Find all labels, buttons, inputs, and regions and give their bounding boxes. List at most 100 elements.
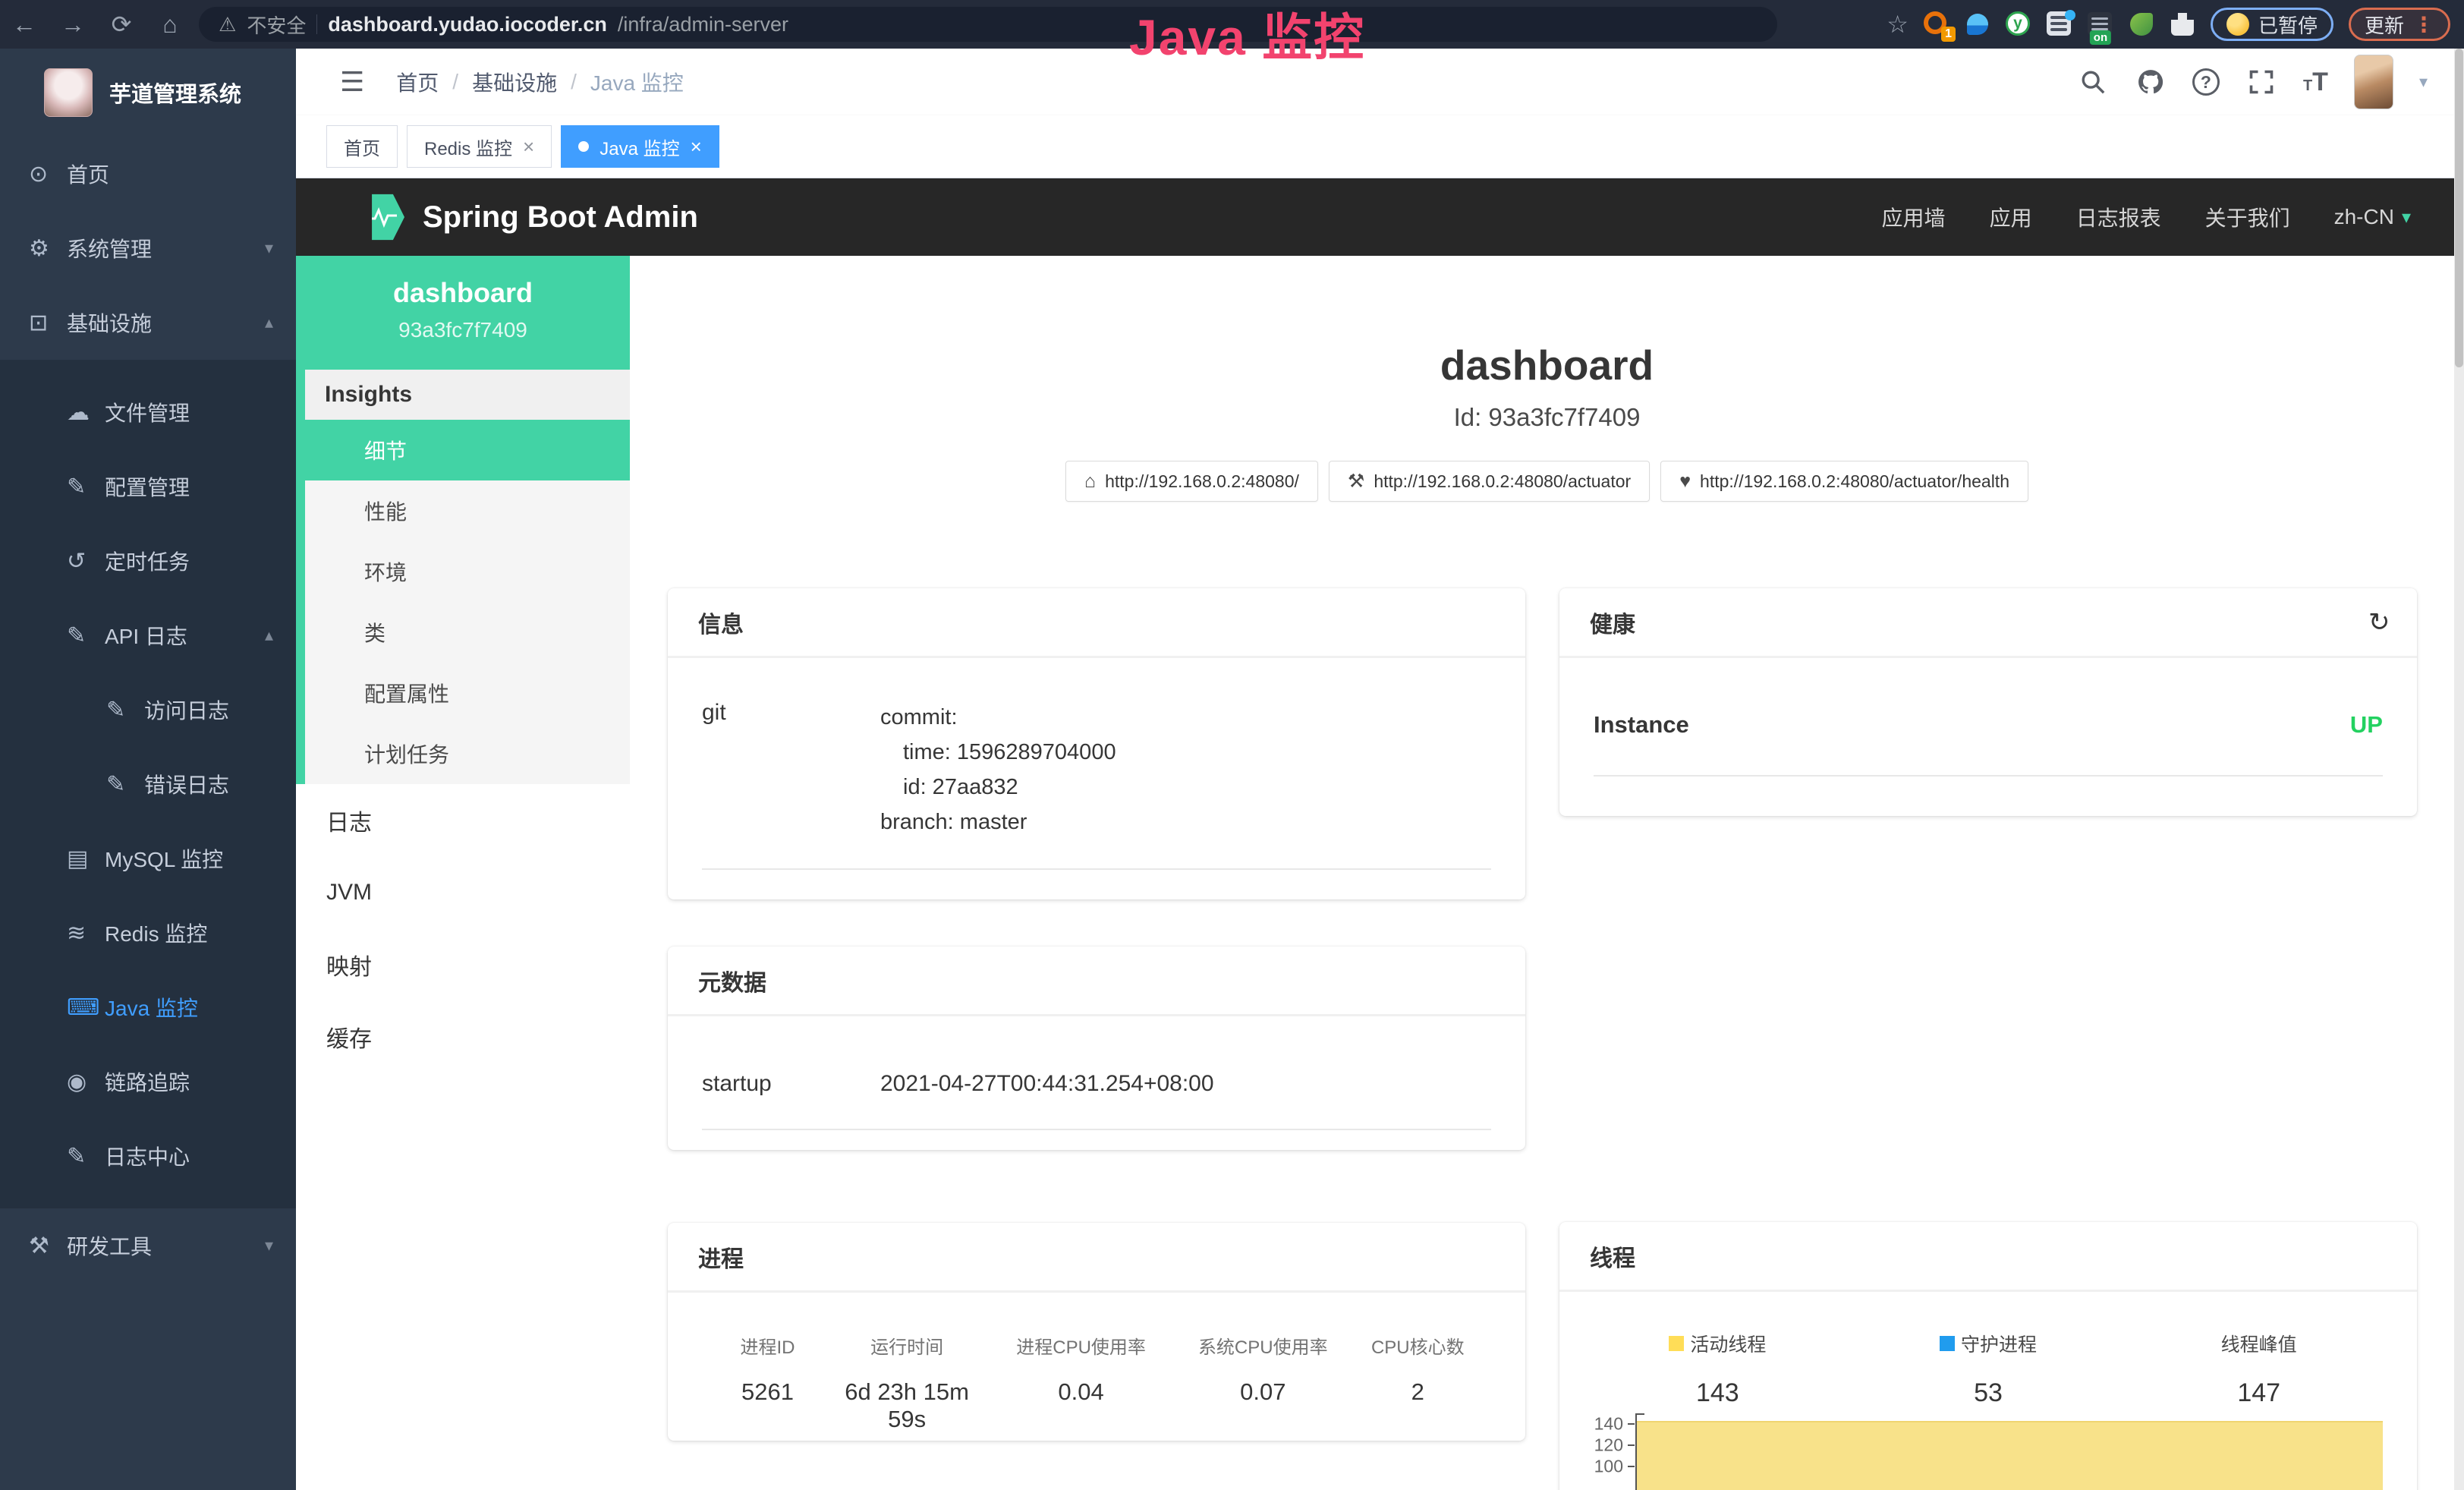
extension-badge: 1 — [1941, 27, 1956, 42]
sba-menu-config-props[interactable]: 配置属性 — [305, 663, 630, 723]
sba-nav-applications[interactable]: 应用 — [1990, 202, 2032, 232]
address-bar[interactable]: ⚠ 不安全 dashboard.yudao.iocoder.cn /infra/… — [199, 7, 1777, 42]
extension-icon-grid[interactable] — [2047, 11, 2072, 37]
search-icon[interactable] — [2077, 66, 2109, 98]
threads-card-title: 线程 — [1559, 1222, 2417, 1292]
metadata-startup-row: startup 2021-04-27T00:44:31.254+08:00 — [702, 1071, 1491, 1130]
sidebar-item-log-center[interactable]: ✎ 日志中心 — [0, 1119, 296, 1193]
metadata-card-title: 元数据 — [668, 947, 1525, 1016]
browser-back-icon[interactable]: ← — [0, 11, 49, 39]
sba-menu-mappings[interactable]: 映射 — [296, 928, 630, 1000]
user-menu-caret-icon[interactable]: ▾ — [2419, 72, 2428, 92]
on-badge: on — [2090, 30, 2111, 45]
edit-icon: ✎ — [67, 1143, 105, 1170]
sidebar-item-infrastructure[interactable]: ⊡ 基础设施 ▴ — [0, 285, 296, 360]
history-icon: ↺ — [67, 548, 105, 575]
service-url-button[interactable]: ⌂ http://192.168.0.2:48080/ — [1065, 461, 1318, 502]
close-icon[interactable]: × — [523, 135, 534, 159]
sidebar-item-api-logs[interactable]: ✎ API 日志 ▴ — [0, 598, 296, 673]
app-sidebar: 芋道管理系统 ⊙ 首页 ⚙ 系统管理 ▾ ⊡ 基础设施 ▴ ☁ 文件管理 ✎ 配… — [0, 49, 296, 1490]
sidebar-collapse-icon[interactable]: ☰ — [340, 66, 364, 98]
sba-brand-title[interactable]: Spring Boot Admin — [423, 200, 698, 235]
sba-nav-wallboard[interactable]: 应用墙 — [1882, 202, 1946, 232]
health-card-title: 健康 — [1590, 606, 1635, 639]
actuator-url-button[interactable]: ⚒ http://192.168.0.2:48080/actuator — [1329, 461, 1650, 502]
sidebar-item-file-mgmt[interactable]: ☁ 文件管理 — [0, 375, 296, 449]
spring-boot-admin-logo[interactable] — [360, 193, 404, 241]
app-brand[interactable]: 芋道管理系统 — [0, 49, 296, 137]
daemon-threads-stat: 守护进程 53 — [1853, 1330, 2124, 1408]
extensions-puzzle-icon[interactable] — [2170, 11, 2195, 37]
paused-label: 已暂停 — [2258, 11, 2318, 39]
gear-icon: ⚙ — [29, 235, 67, 262]
sba-section-insights: Insights — [296, 370, 630, 420]
sba-nav-journal[interactable]: 日志报表 — [2076, 202, 2161, 232]
breadcrumb: 首页 / 基础设施 / Java 监控 — [396, 67, 684, 97]
sidebar-item-java-monitor[interactable]: ⌨ Java 监控 — [0, 970, 296, 1044]
sidebar-item-access-logs[interactable]: ✎ 访问日志 — [0, 673, 296, 747]
sba-menu-scheduled-tasks[interactable]: 计划任务 — [305, 723, 630, 784]
extension-icon-list-on[interactable]: on — [2088, 11, 2113, 37]
sidebar-item-error-logs[interactable]: ✎ 错误日志 — [0, 747, 296, 821]
sba-nav-about[interactable]: 关于我们 — [2205, 202, 2290, 232]
process-table-header: 进程ID 运行时间 进程CPU使用率 系统CPU使用率 CPU核心数 — [710, 1332, 1484, 1359]
edit-icon: ✎ — [67, 474, 105, 500]
history-icon[interactable]: ↺ — [2368, 607, 2390, 638]
close-icon[interactable]: × — [691, 135, 702, 159]
github-icon[interactable] — [2135, 66, 2167, 98]
tagview-tabs: 首页 Redis 监控 × Java 监控 × — [296, 115, 2464, 178]
cpu-cores-value: 2 — [1352, 1378, 1484, 1433]
java-monitor-icon: ⌨ — [67, 994, 105, 1021]
browser-menu-icon[interactable]: ⋮ — [2413, 12, 2434, 37]
extension-icon-leaf[interactable] — [2129, 11, 2154, 37]
font-size-icon[interactable]: TT — [2303, 68, 2328, 97]
tab-home[interactable]: 首页 — [326, 125, 398, 168]
scrollbar-thumb[interactable] — [2455, 49, 2463, 367]
extension-icon-y[interactable]: y — [2006, 11, 2031, 37]
sidebar-item-dev-tools[interactable]: ⚒ 研发工具 ▾ — [0, 1208, 296, 1283]
page-scrollbar[interactable] — [2454, 49, 2464, 1490]
sidebar-item-mysql-monitor[interactable]: ▤ MySQL 监控 — [0, 821, 296, 896]
help-icon[interactable]: ? — [2192, 68, 2220, 96]
fullscreen-icon[interactable] — [2245, 66, 2277, 98]
y-tick-120: 120 — [1594, 1435, 1623, 1456]
health-instance-row: Instance UP — [1594, 711, 2383, 777]
sba-instance-header[interactable]: dashboard 93a3fc7f7409 — [296, 256, 630, 370]
home-icon: ⌂ — [1084, 471, 1096, 493]
sba-menu-metrics[interactable]: 性能 — [305, 480, 630, 541]
breadcrumb-home[interactable]: 首页 — [396, 67, 439, 97]
profile-paused-pill[interactable]: 已暂停 — [2211, 8, 2333, 41]
sidebar-item-system-mgmt[interactable]: ⚙ 系统管理 ▾ — [0, 211, 296, 285]
sba-locale-select[interactable]: zh-CN ▾ — [2334, 205, 2411, 229]
browser-forward-icon[interactable]: → — [49, 11, 97, 39]
bookmark-star-icon[interactable]: ☆ — [1887, 10, 1909, 39]
status-badge: UP — [2350, 711, 2383, 739]
sba-menu-jvm[interactable]: JVM — [296, 856, 630, 928]
app-header: ☰ 首页 / 基础设施 / Java 监控 ? TT — [296, 49, 2464, 115]
security-label[interactable]: 不安全 — [247, 11, 306, 39]
sba-menu-classes[interactable]: 类 — [305, 602, 630, 663]
sidebar-item-redis-monitor[interactable]: ≋ Redis 监控 — [0, 896, 296, 970]
sba-navbar: Spring Boot Admin 应用墙 应用 日志报表 关于我们 zh-CN… — [296, 178, 2464, 256]
sidebar-item-cron-jobs[interactable]: ↺ 定时任务 — [0, 524, 296, 598]
extension-icon-refresh[interactable]: 1 — [1924, 11, 1949, 37]
tab-java-monitor[interactable]: Java 监控 × — [561, 125, 719, 168]
sidebar-item-config-mgmt[interactable]: ✎ 配置管理 — [0, 449, 296, 524]
browser-reload-icon[interactable]: ⟳ — [97, 10, 146, 39]
sidebar-item-home[interactable]: ⊙ 首页 — [0, 137, 296, 211]
sidebar-item-tracing[interactable]: ◉ 链路追踪 — [0, 1044, 296, 1119]
browser-home-icon[interactable]: ⌂ — [146, 11, 194, 39]
sba-sidebar: dashboard 93a3fc7f7409 Insights 细节 性能 环境… — [296, 256, 630, 1490]
health-url-button[interactable]: ♥ http://192.168.0.2:48080/actuator/heal… — [1660, 461, 2028, 502]
sba-menu-logs[interactable]: 日志 — [296, 784, 630, 856]
sba-menu-caches[interactable]: 缓存 — [296, 1000, 630, 1073]
user-avatar[interactable] — [2354, 55, 2393, 109]
breadcrumb-current: Java 监控 — [590, 67, 684, 97]
extension-icon-pin[interactable] — [1965, 11, 1990, 37]
browser-update-button[interactable]: 更新 ⋮ — [2349, 8, 2450, 41]
breadcrumb-infrastructure[interactable]: 基础设施 — [472, 67, 557, 97]
sba-menu-environment[interactable]: 环境 — [305, 541, 630, 602]
sba-menu-details[interactable]: 细节 — [296, 420, 630, 480]
tab-redis-monitor[interactable]: Redis 监控 × — [407, 125, 552, 168]
eye-icon: ◉ — [67, 1069, 105, 1095]
